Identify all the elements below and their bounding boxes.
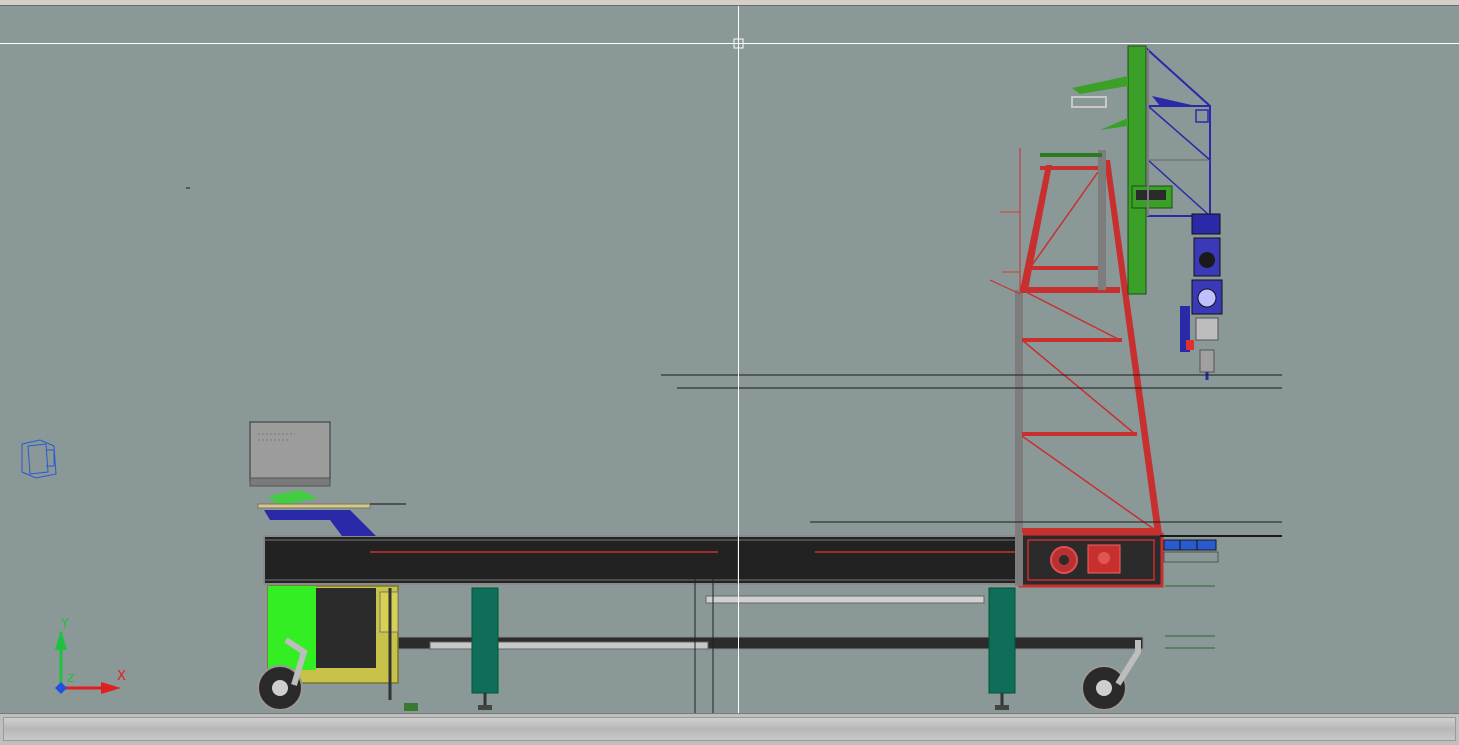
ucs-z-axis bbox=[55, 682, 67, 694]
status-bar-strip bbox=[3, 717, 1456, 741]
blue-spindle-assembly[interactable] bbox=[1147, 47, 1223, 380]
teal-leg-left[interactable] bbox=[471, 587, 499, 710]
teal-leg-right[interactable] bbox=[988, 587, 1016, 710]
caster-wheel-right[interactable] bbox=[1081, 640, 1141, 711]
view-cube-icon[interactable] bbox=[18, 436, 62, 480]
keyboard-tray[interactable] bbox=[257, 490, 406, 536]
drawing-viewport[interactable]: Y X Z bbox=[0, 0, 1459, 745]
ucs-axis-icon: Y X Z bbox=[55, 617, 126, 694]
drive-unit[interactable] bbox=[1018, 532, 1219, 588]
ucs-y-label: Y bbox=[60, 617, 69, 632]
monitor[interactable] bbox=[249, 421, 331, 487]
cad-model-scene[interactable] bbox=[0, 0, 1459, 745]
ucs-x-label: X bbox=[117, 669, 126, 684]
floor-marker bbox=[404, 703, 418, 711]
bottom-status-bar bbox=[0, 713, 1459, 745]
ucs-z-label: Z bbox=[67, 672, 75, 685]
